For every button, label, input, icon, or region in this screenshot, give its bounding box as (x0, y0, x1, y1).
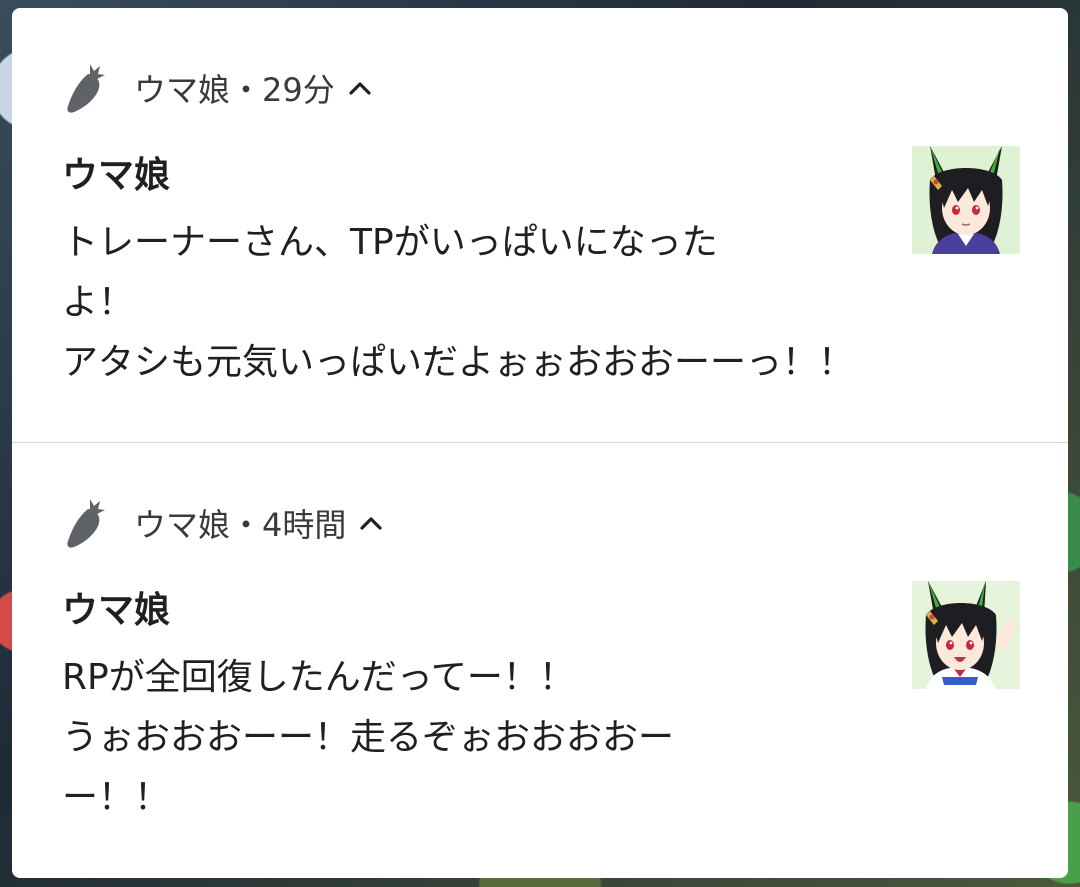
notification-body: RPが全回復したんだってー！！ うぉおおおーー！走るぞぉおおおおー ー！！ (62, 648, 842, 828)
notification-card[interactable]: ウマ娘・4時間 ウマ娘 RPが全回復したんだってー！！ うぉおおおーー！走るぞぉ… (12, 443, 1068, 878)
notification-body-line: うぉおおおーー！走るぞぉおおおおー (62, 717, 675, 758)
notification-body-line: よ！ (62, 282, 135, 323)
carrot-icon (67, 64, 105, 113)
notification-header[interactable]: ウマ娘・29分 (66, 60, 371, 116)
chevron-up-icon[interactable] (349, 81, 371, 95)
notification-body-line: ー！！ (62, 777, 171, 818)
notification-header-text: ウマ娘・29分 (134, 71, 335, 109)
notification-title: ウマ娘 (62, 590, 171, 631)
notification-body-line: アタシも元気いっぱいだよぉぉおおおーーっ！！ (62, 342, 855, 383)
chevron-up-icon[interactable] (360, 516, 382, 530)
notification-card[interactable]: ウマ娘・29分 ウマ娘 トレーナーさん、TPがいっぱいになった よ！ アタシも元… (12, 8, 1068, 442)
notification-title: ウマ娘 (62, 155, 171, 196)
notification-body-line: RPが全回復したんだってー！！ (62, 657, 575, 698)
notification-header-text: ウマ娘・4時間 (134, 506, 347, 544)
character-avatar (912, 146, 1020, 254)
carrot-icon (67, 499, 105, 548)
notification-body: トレーナーさん、TPがいっぱいになった よ！ アタシも元気いっぱいだよぉぉおおお… (62, 213, 855, 393)
notification-body-line: トレーナーさん、TPがいっぱいになった (62, 222, 718, 263)
notification-header[interactable]: ウマ娘・4時間 (66, 495, 382, 551)
notification-panel: ウマ娘・29分 ウマ娘 トレーナーさん、TPがいっぱいになった よ！ アタシも元… (12, 8, 1068, 878)
character-avatar (912, 581, 1020, 689)
